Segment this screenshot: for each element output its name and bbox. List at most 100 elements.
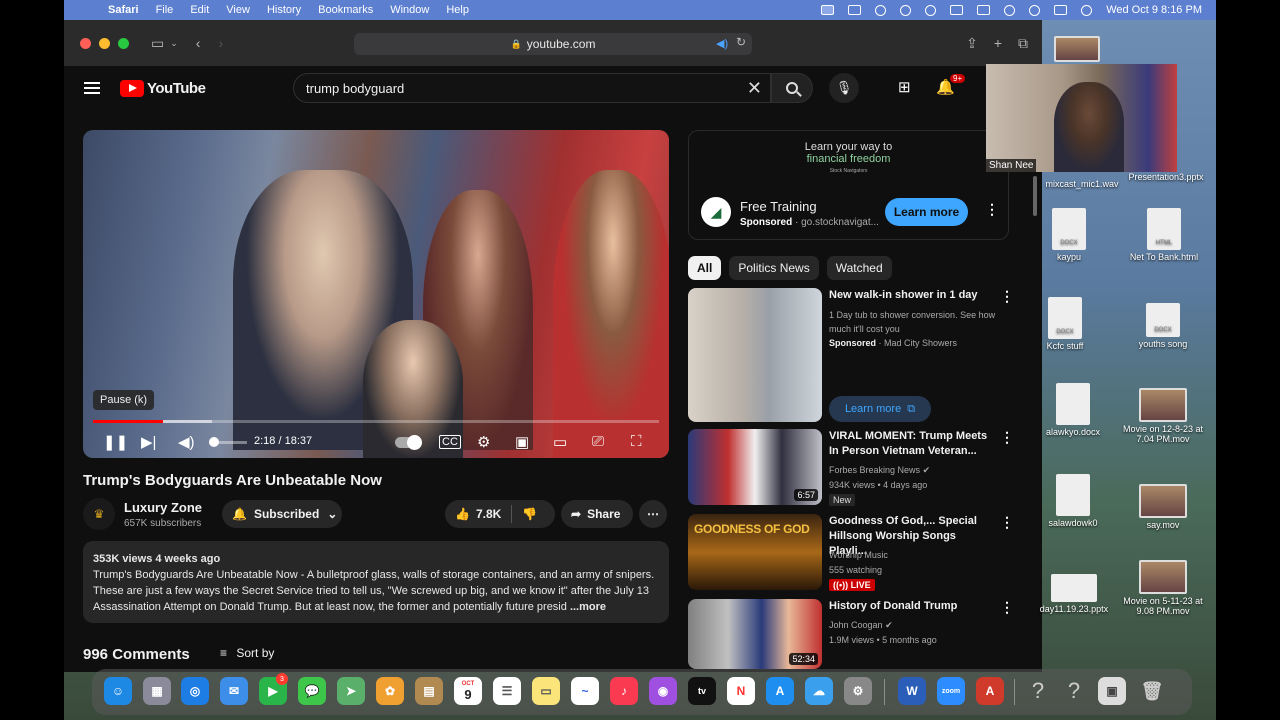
recommendation[interactable]: 52:34 History of Donald Trump John Cooga… bbox=[688, 599, 1014, 669]
desktop-file[interactable]: HTML Net To Bank.html bbox=[1119, 208, 1209, 262]
clear-search-icon[interactable]: ✕ bbox=[747, 78, 762, 99]
desktop-file[interactable]: mixcast_mic1.wav bbox=[1042, 179, 1122, 189]
like-button[interactable]: 👍 7.8K bbox=[455, 507, 501, 521]
ad-banner[interactable]: Learn your way to financial freedom Stoc… bbox=[689, 131, 1008, 185]
fullscreen-icon[interactable]: ⛶ bbox=[631, 433, 642, 450]
menu-edit[interactable]: Edit bbox=[190, 4, 209, 16]
desktop-file[interactable]: DOCX kaypu bbox=[1034, 208, 1104, 262]
video-thumbnail[interactable] bbox=[688, 288, 822, 422]
unknown-app-icon[interactable]: ? bbox=[1060, 677, 1088, 705]
photos-icon[interactable]: ✿ bbox=[376, 677, 404, 705]
rec-title[interactable]: VIRAL MOMENT: Trump Meets In Person Viet… bbox=[829, 429, 994, 459]
keyboard-icon[interactable] bbox=[950, 5, 964, 15]
control-center-icon[interactable] bbox=[1054, 5, 1068, 15]
youtube-logo[interactable]: YouTube bbox=[120, 79, 206, 97]
video-thumbnail[interactable]: GOODNESS OF GOD bbox=[688, 514, 822, 590]
stage-manager-icon[interactable] bbox=[821, 5, 835, 15]
more-actions-icon[interactable]: ⋯ bbox=[639, 500, 667, 528]
preview-icon[interactable]: ▣ bbox=[1098, 677, 1126, 705]
pause-icon[interactable]: ❚❚ bbox=[103, 433, 128, 451]
desktop-file[interactable]: DOCX Kcfc stuff bbox=[1030, 297, 1100, 351]
progress-bar[interactable] bbox=[93, 420, 659, 423]
miniplayer-icon[interactable]: ▣ bbox=[515, 433, 529, 451]
subscribed-button[interactable]: 🔔 Subscribed ⌄ bbox=[222, 500, 342, 528]
voice-search-button[interactable]: 🎙 bbox=[829, 73, 859, 103]
chevron-down-icon[interactable]: ⌄ bbox=[170, 38, 178, 49]
share-icon[interactable]: ⇪ bbox=[966, 35, 978, 52]
minimize-window-button[interactable] bbox=[99, 37, 110, 49]
freeform-icon[interactable]: ~ bbox=[571, 677, 599, 705]
description-box[interactable]: 353K views 4 weeks ago Trump's Bodyguard… bbox=[83, 541, 669, 623]
rec-more-icon[interactable]: ⋮ bbox=[1000, 514, 1014, 531]
rec-channel[interactable]: Forbes Breaking News ✔ bbox=[829, 463, 999, 477]
maps-icon[interactable]: ➤ bbox=[337, 677, 365, 705]
rec-more-icon[interactable]: ⋮ bbox=[1000, 288, 1014, 305]
unknown-app-icon[interactable]: ? bbox=[1024, 677, 1052, 705]
share-button[interactable]: ➦ Share bbox=[561, 500, 633, 528]
menu-icon[interactable] bbox=[84, 79, 100, 97]
recommendation[interactable]: GOODNESS OF GOD Goodness Of God,... Spec… bbox=[688, 514, 1014, 592]
volume-icon[interactable]: ◀) bbox=[178, 433, 195, 451]
onedrive-icon[interactable]: ☁ bbox=[805, 677, 833, 705]
chip-all[interactable]: All bbox=[688, 256, 722, 280]
create-icon[interactable]: ⊞ bbox=[898, 78, 911, 96]
recommendation-sponsored[interactable]: New walk-in shower in 1 day 1 Day tub to… bbox=[688, 288, 1014, 424]
rec-title[interactable]: History of Donald Trump bbox=[829, 599, 994, 614]
video-player[interactable]: Pause (k) ❚❚ ▶| ◀) 2:18 / 18:37 CC ⚙ ▣ ▭… bbox=[83, 130, 669, 458]
settings-icon[interactable]: ⚙ bbox=[477, 433, 490, 451]
channel-name[interactable]: Luxury Zone bbox=[124, 500, 202, 515]
video-thumbnail[interactable]: 6:57 bbox=[688, 429, 822, 505]
desktop-file[interactable]: Presentation3.pptx bbox=[1126, 172, 1206, 182]
volume-knob[interactable] bbox=[208, 437, 219, 447]
menu-help[interactable]: Help bbox=[446, 4, 469, 16]
notes-app-icon[interactable]: ▤ bbox=[415, 677, 443, 705]
autoplay-toggle[interactable] bbox=[395, 435, 422, 450]
rec-title[interactable]: New walk-in shower in 1 day bbox=[829, 288, 994, 303]
back-icon[interactable]: ‹ bbox=[196, 35, 201, 51]
menu-file[interactable]: File bbox=[156, 4, 174, 16]
desktop-file[interactable]: day11.19.23.pptx bbox=[1034, 574, 1114, 614]
volume-icon[interactable] bbox=[875, 4, 887, 16]
ad-title[interactable]: Free Training bbox=[740, 199, 817, 214]
menu-bookmarks[interactable]: Bookmarks bbox=[318, 4, 373, 16]
sidebar-icon[interactable]: ▭ bbox=[151, 35, 164, 52]
webcam-overlay[interactable]: Shan Nee bbox=[986, 64, 1177, 172]
theater-mode-icon[interactable]: ▭ bbox=[553, 433, 567, 451]
news-icon[interactable]: N bbox=[727, 677, 755, 705]
bluetooth-icon[interactable] bbox=[900, 4, 912, 16]
battery-icon[interactable] bbox=[977, 5, 991, 15]
menu-view[interactable]: View bbox=[226, 4, 250, 16]
calendar-icon[interactable]: OCT 9 bbox=[454, 677, 482, 705]
messages-icon[interactable]: 💬 bbox=[298, 677, 326, 705]
close-window-button[interactable] bbox=[80, 37, 91, 49]
spotlight-icon[interactable] bbox=[1029, 4, 1041, 16]
reminders-icon[interactable]: ☰ bbox=[493, 677, 521, 705]
audio-playing-icon[interactable]: ◀) bbox=[716, 37, 728, 50]
rec-learn-more-button[interactable]: Learn more ⧉ bbox=[829, 396, 931, 422]
safari-icon[interactable]: ◎ bbox=[181, 677, 209, 705]
launchpad-icon[interactable]: ▦ bbox=[143, 677, 171, 705]
apple-tv-icon[interactable]: tv bbox=[688, 677, 716, 705]
ad-more-icon[interactable]: ⋮ bbox=[985, 201, 999, 218]
system-settings-icon[interactable]: ⚙ bbox=[844, 677, 872, 705]
word-icon[interactable]: W bbox=[898, 677, 926, 705]
siri-icon[interactable] bbox=[1081, 4, 1093, 16]
menu-window[interactable]: Window bbox=[390, 4, 429, 16]
rec-more-icon[interactable]: ⋮ bbox=[1000, 599, 1014, 616]
desktop-file[interactable]: say.mov bbox=[1128, 484, 1198, 530]
notes-icon[interactable]: ▭ bbox=[532, 677, 560, 705]
now-playing-icon[interactable] bbox=[925, 4, 937, 16]
rec-more-icon[interactable]: ⋮ bbox=[1000, 429, 1014, 446]
forward-icon[interactable]: › bbox=[218, 35, 223, 51]
tab-overview-icon[interactable]: ⧉ bbox=[1018, 35, 1028, 52]
video-thumbnail[interactable]: 52:34 bbox=[688, 599, 822, 669]
captions-icon[interactable]: CC bbox=[439, 435, 461, 449]
zoom-icon[interactable]: zoom bbox=[937, 677, 965, 705]
desktop-file[interactable]: salawdowk0 bbox=[1034, 474, 1112, 528]
chip-watched[interactable]: Watched bbox=[826, 256, 892, 280]
new-tab-icon[interactable]: + bbox=[994, 35, 1002, 52]
thumbs-down-icon[interactable]: 👎 bbox=[522, 507, 537, 521]
search-input[interactable]: trump bodyguard bbox=[306, 81, 404, 96]
acrobat-icon[interactable]: A bbox=[976, 677, 1004, 705]
desktop-file[interactable]: DOCX youths song bbox=[1128, 303, 1198, 349]
